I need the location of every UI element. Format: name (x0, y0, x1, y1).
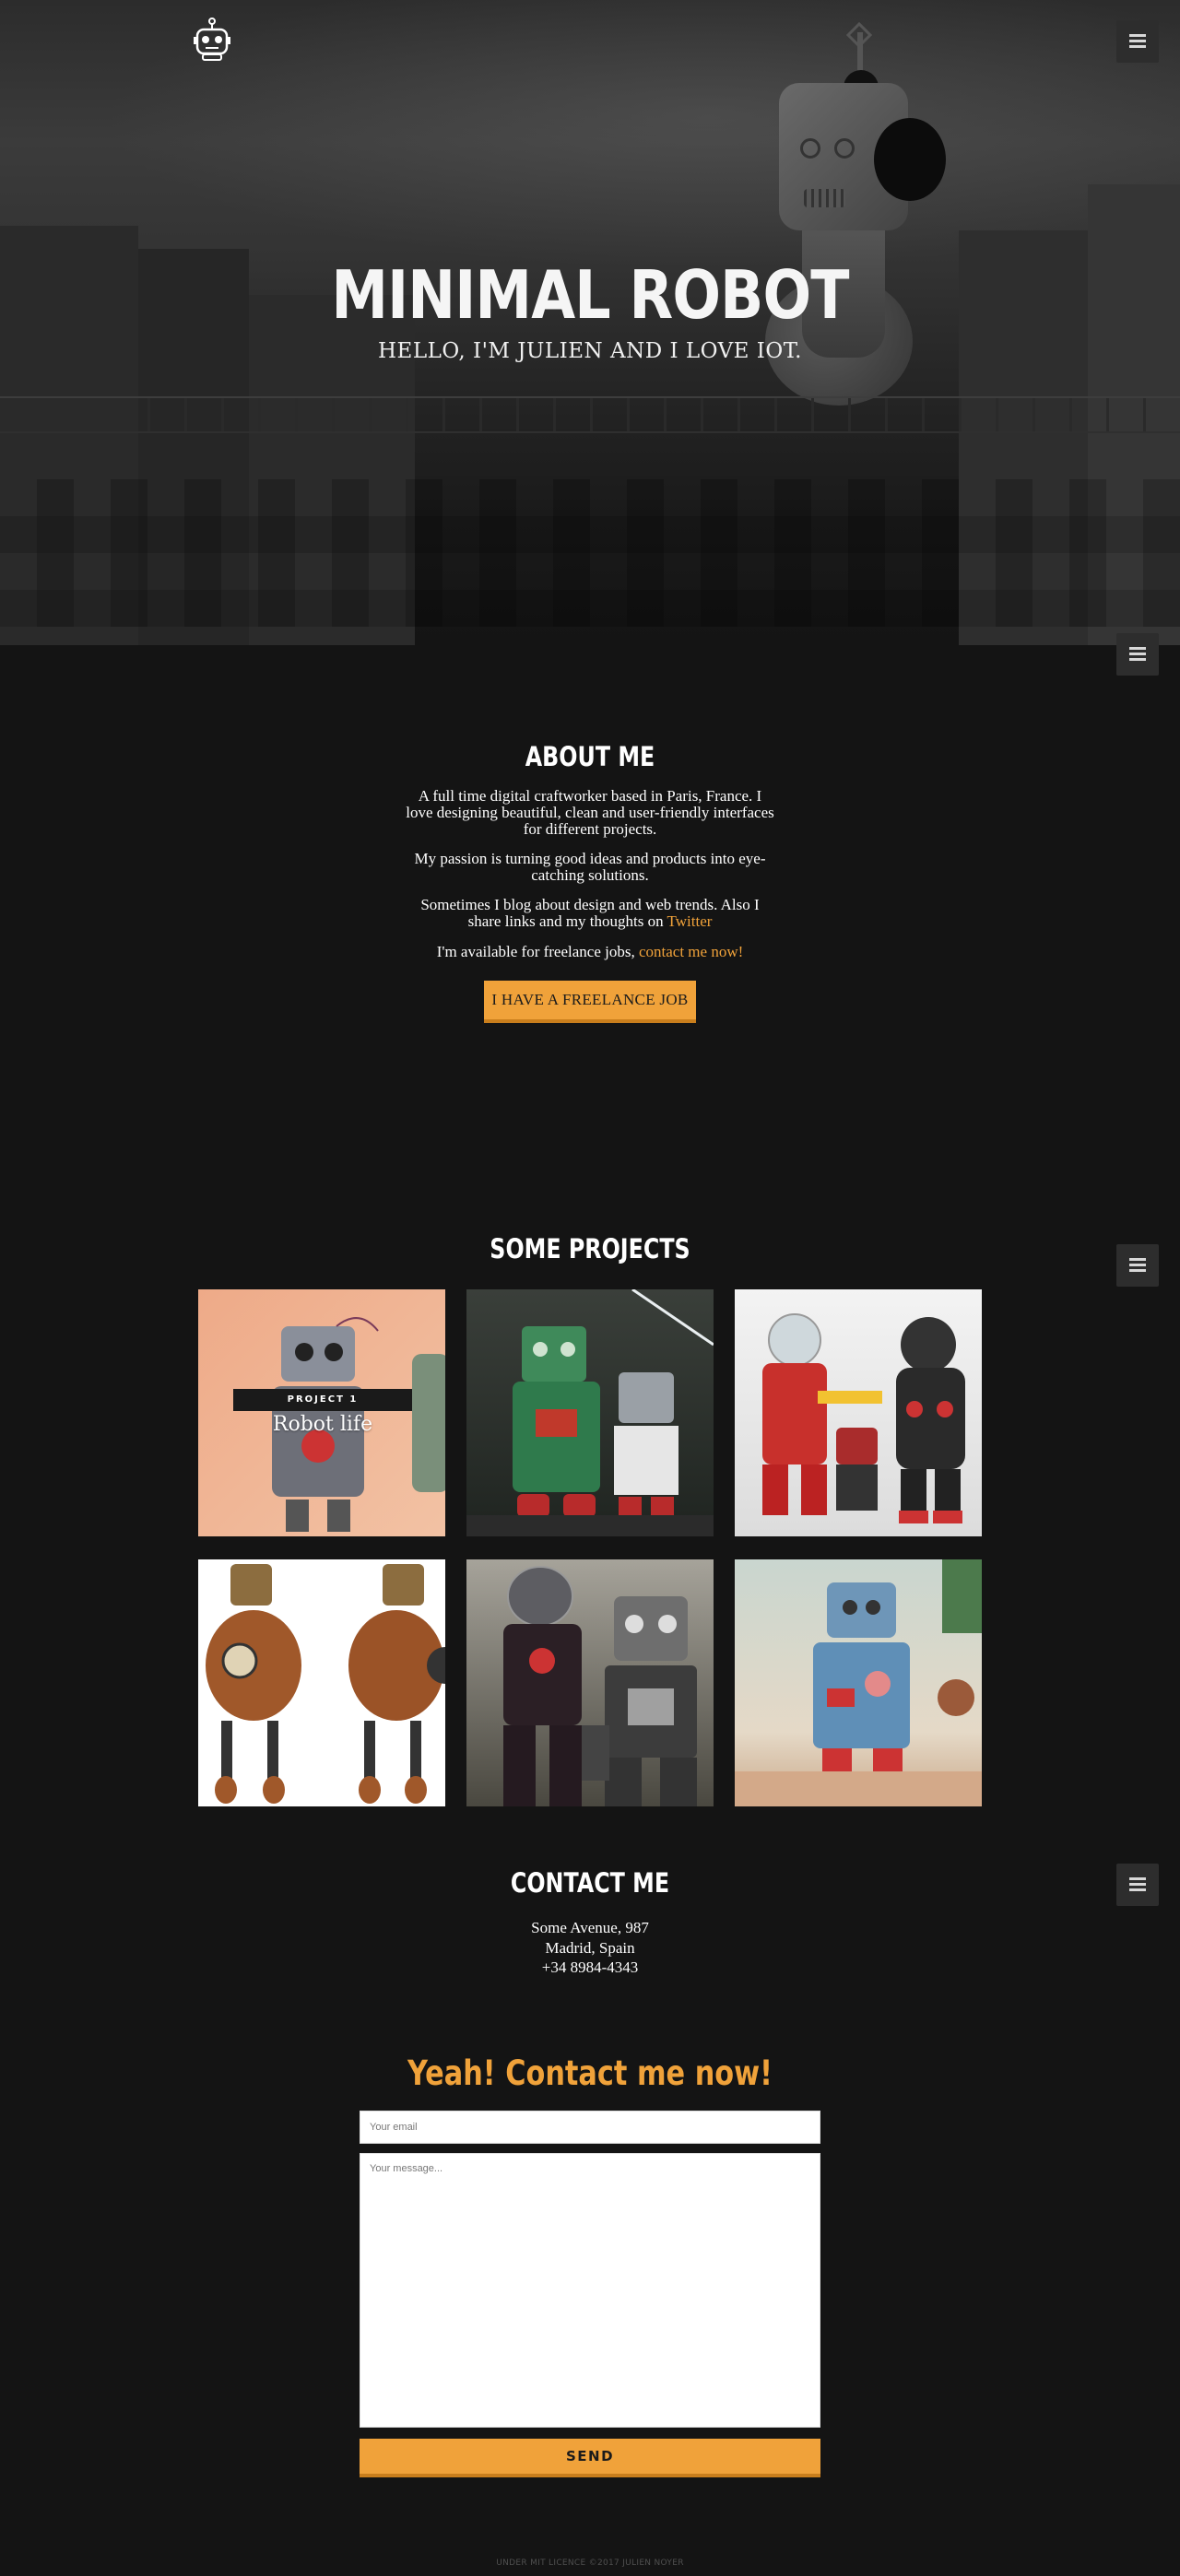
hamburger-menu-icon[interactable] (1116, 20, 1159, 63)
robot-image (466, 1289, 714, 1536)
robot-statue-face-eye (834, 138, 855, 159)
contact-title: CONTACT ME (510, 1867, 670, 1899)
phone-number: +34 8984-4343 (541, 1958, 639, 1976)
building-windows (0, 479, 1180, 627)
about-title: ABOUT ME (525, 741, 655, 772)
freelance-job-button[interactable]: I HAVE A FREELANCE JOB (484, 981, 696, 1023)
email-field[interactable] (360, 2111, 820, 2144)
project-name: Robot life (272, 1413, 373, 1436)
project-tile[interactable] (735, 1289, 982, 1536)
contact-me-link[interactable]: contact me now! (639, 943, 743, 960)
menu-bar (1129, 658, 1146, 661)
hamburger-menu-icon[interactable] (1116, 1864, 1159, 1906)
menu-bar (1129, 1883, 1146, 1886)
hero-subtitle: HELLO, I'M JULIEN AND I LOVE IOT. (377, 339, 802, 363)
project-tile[interactable] (735, 1559, 982, 1806)
menu-bar (1129, 1877, 1146, 1880)
address-city: Madrid, Spain (545, 1939, 635, 1957)
project-tag: PROJECT 1 (233, 1389, 412, 1411)
robot-image (762, 1313, 965, 1523)
about-paragraph: I'm available for freelance jobs, contac… (406, 944, 774, 960)
menu-bar (1129, 40, 1146, 42)
menu-bar (1129, 1888, 1146, 1891)
message-field[interactable] (360, 2153, 820, 2428)
robot-image (735, 1559, 982, 1806)
project-overlay: PROJECT 1 Robot life (233, 1389, 412, 1437)
robot-image (206, 1564, 445, 1804)
footer-text: UNDER MIT LICENCE ©2017 JULIEN NOYER (496, 2558, 684, 2568)
menu-bar (1129, 1258, 1146, 1261)
hero-title: MINIMAL ROBOT (331, 256, 849, 334)
robot-statue-face-eye (800, 138, 820, 159)
menu-bar (1129, 1264, 1146, 1266)
menu-bar (1129, 45, 1146, 48)
about-paragraph-text: I'm available for freelance jobs, (436, 943, 639, 960)
about-paragraph: My passion is turning good ideas and pro… (414, 850, 766, 884)
robot-image (503, 1566, 697, 1806)
robot-logo-icon[interactable] (192, 17, 232, 63)
robot-statue-eye (874, 118, 946, 201)
contact-form-title: Yeah! Contact me now! (407, 2053, 773, 2093)
menu-bar (1129, 647, 1146, 650)
project-tile[interactable] (198, 1559, 445, 1806)
menu-bar (1129, 1269, 1146, 1272)
menu-bar (1129, 34, 1146, 37)
hero-section: MINIMAL ROBOT HELLO, I'M JULIEN AND I LO… (0, 0, 1180, 645)
address-line: Some Avenue, 987 (531, 1919, 649, 1936)
project-tile[interactable] (466, 1559, 714, 1806)
menu-bar (1129, 653, 1146, 655)
rooftop-railing (0, 396, 1180, 433)
robot-statue-mouth (804, 189, 845, 207)
projects-title: SOME PROJECTS (490, 1233, 690, 1264)
hamburger-menu-icon[interactable] (1116, 633, 1159, 676)
about-paragraph: Sometimes I blog about design and web tr… (406, 897, 774, 930)
hamburger-menu-icon[interactable] (1116, 1244, 1159, 1287)
project-tile[interactable]: PROJECT 1 Robot life (198, 1289, 445, 1536)
project-tile[interactable] (466, 1289, 714, 1536)
send-button[interactable]: SEND (360, 2439, 820, 2477)
twitter-link[interactable]: Twitter (667, 912, 713, 930)
about-paragraph: A full time digital craftworker based in… (406, 787, 774, 838)
